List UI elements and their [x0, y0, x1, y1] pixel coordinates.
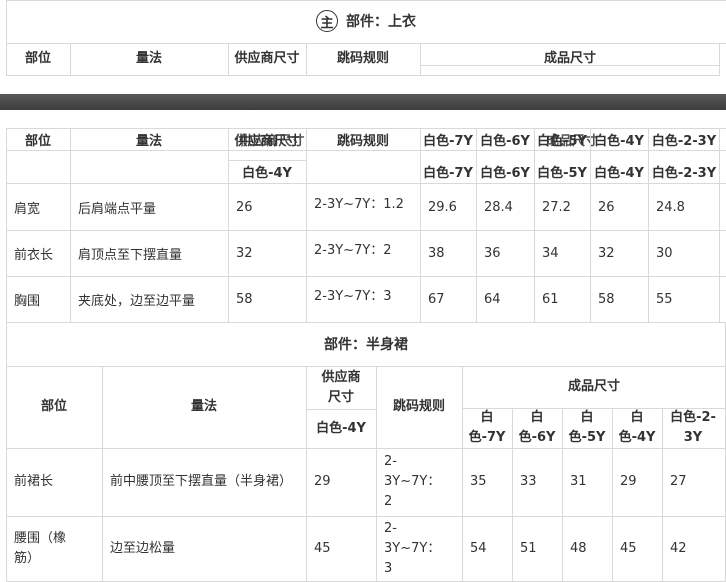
- t1-row1-part: 前衣长: [14, 247, 54, 263]
- t2-size-6y: 白色-6Y: [518, 410, 556, 445]
- t1-row2-5y: 61: [542, 291, 559, 307]
- t1-row1-supplier: 32: [236, 245, 253, 261]
- t1-size-5y: 白色-5Y: [537, 165, 587, 181]
- t2-row0-supplier: 29: [314, 474, 331, 489]
- t1-head-method: 量法: [135, 133, 162, 149]
- t2-row0-23y: 27: [670, 474, 687, 489]
- t1-size-7y: 白色-7Y: [423, 165, 473, 181]
- t1-row0-part: 肩宽: [14, 201, 41, 217]
- t1-size-4y: 白色-4Y: [594, 165, 644, 181]
- t1-row0-23y: 24.8: [656, 199, 685, 215]
- t1-row0-7y: 29.6: [428, 199, 457, 215]
- t2-size-23y: 白色-2-3Y: [670, 410, 716, 445]
- t1-row2-6y: 64: [484, 291, 501, 307]
- t1-row0-6y: 28.4: [484, 199, 513, 215]
- t1-row1-5y: 34: [542, 245, 559, 261]
- t2-row1-method: 边至边松量: [110, 541, 176, 556]
- t1-row2-23y: 55: [656, 291, 673, 307]
- t1-head-size-4y: 白色-4Y: [594, 133, 644, 149]
- t2-row0-4y: 29: [620, 474, 637, 489]
- t2-row1-supplier: 45: [314, 541, 331, 556]
- t1-row0-5y: 27.2: [542, 199, 571, 215]
- t1-size-6y: 白色-6Y: [480, 165, 530, 181]
- t1-row1-method: 肩顶点至下摆直量: [78, 247, 183, 263]
- main-badge: 主: [316, 10, 338, 32]
- t1-row2-supplier: 58: [236, 291, 253, 307]
- t1-head-size-7y: 白色-7Y: [423, 133, 473, 149]
- t1-row0-4y: 26: [598, 199, 615, 215]
- t1-row1-7y: 38: [428, 245, 445, 261]
- t1-size-23y: 白色-2-3Y: [651, 165, 717, 181]
- header-method: 量法: [135, 50, 162, 66]
- section-title: 部件：上衣: [346, 14, 416, 30]
- t2-head-part: 部位: [40, 399, 67, 414]
- t2-supplier-size: 白色-4Y: [316, 421, 366, 436]
- t1-row2-method: 夹底处，边至边平量: [78, 293, 196, 309]
- t1-row1-rule: 2-3Y~7Y：2: [314, 242, 392, 258]
- t2-row1-5y: 48: [570, 541, 587, 556]
- section-title-row: 主 部件：上衣: [6, 0, 726, 42]
- header-part: 部位: [24, 50, 51, 66]
- t2-row0-method: 前中腰顶至下摆直量（半身裙）: [110, 474, 293, 489]
- t2-row0-6y: 33: [520, 474, 537, 489]
- t2-head-method: 量法: [190, 399, 217, 414]
- t1-head-size-6y: 白色-6Y: [480, 133, 530, 149]
- t2-head-finished: 成品尺寸: [567, 379, 620, 394]
- t1-row0-supplier: 26: [236, 199, 253, 215]
- t1-row0-method: 后肩端点平量: [78, 201, 157, 217]
- t1-supplier-size: 白色-4Y: [242, 165, 292, 181]
- t1-row1-23y: 30: [656, 245, 673, 261]
- t2-row1-7y: 54: [470, 541, 487, 556]
- section-skirt-title: 部件：半身裙: [324, 337, 408, 353]
- t1-head-rule: 跳码规则: [336, 133, 389, 149]
- t2-row0-rule: 2-3Y~7Y：2: [384, 454, 441, 509]
- header-supplier: 供应商尺寸: [234, 50, 300, 66]
- t2-row0-part: 前裙长: [14, 474, 54, 489]
- t1-row2-part: 胸围: [14, 293, 41, 309]
- t2-row1-part: 腰围（橡筋）: [14, 531, 67, 566]
- t2-row1-6y: 51: [520, 541, 537, 556]
- t2-size-4y: 白色-4Y: [618, 410, 656, 445]
- t1-row2-7y: 67: [428, 291, 445, 307]
- t2-row1-23y: 42: [670, 541, 687, 556]
- t1-row1-6y: 36: [484, 245, 501, 261]
- header-rule: 跳码规则: [336, 50, 389, 66]
- t2-row0-5y: 31: [570, 474, 587, 489]
- t2-row1-rule: 2-3Y~7Y：3: [384, 521, 441, 576]
- t1-row1-4y: 32: [598, 245, 615, 261]
- t2-size-7y: 白色-7Y: [468, 410, 506, 445]
- t2-head-rule: 跳码规则: [392, 399, 445, 414]
- t1-head-supplier-overlap: 供应商尺寸: [239, 133, 305, 149]
- t1-head-part: 部位: [24, 133, 51, 149]
- t2-head-supplier: 供应商尺寸: [321, 370, 361, 405]
- t2-row1-4y: 45: [620, 541, 637, 556]
- t1-row2-rule: 2-3Y~7Y：3: [314, 288, 392, 304]
- t2-row0-7y: 35: [470, 474, 487, 489]
- separator-band: [0, 94, 726, 110]
- t1-row0-rule: 2-3Y~7Y：1.2: [314, 196, 404, 212]
- t1-row2-4y: 58: [598, 291, 615, 307]
- t1-head-size-23y: 白色-2-3Y: [651, 133, 717, 149]
- t2-size-5y: 白色-5Y: [568, 410, 606, 445]
